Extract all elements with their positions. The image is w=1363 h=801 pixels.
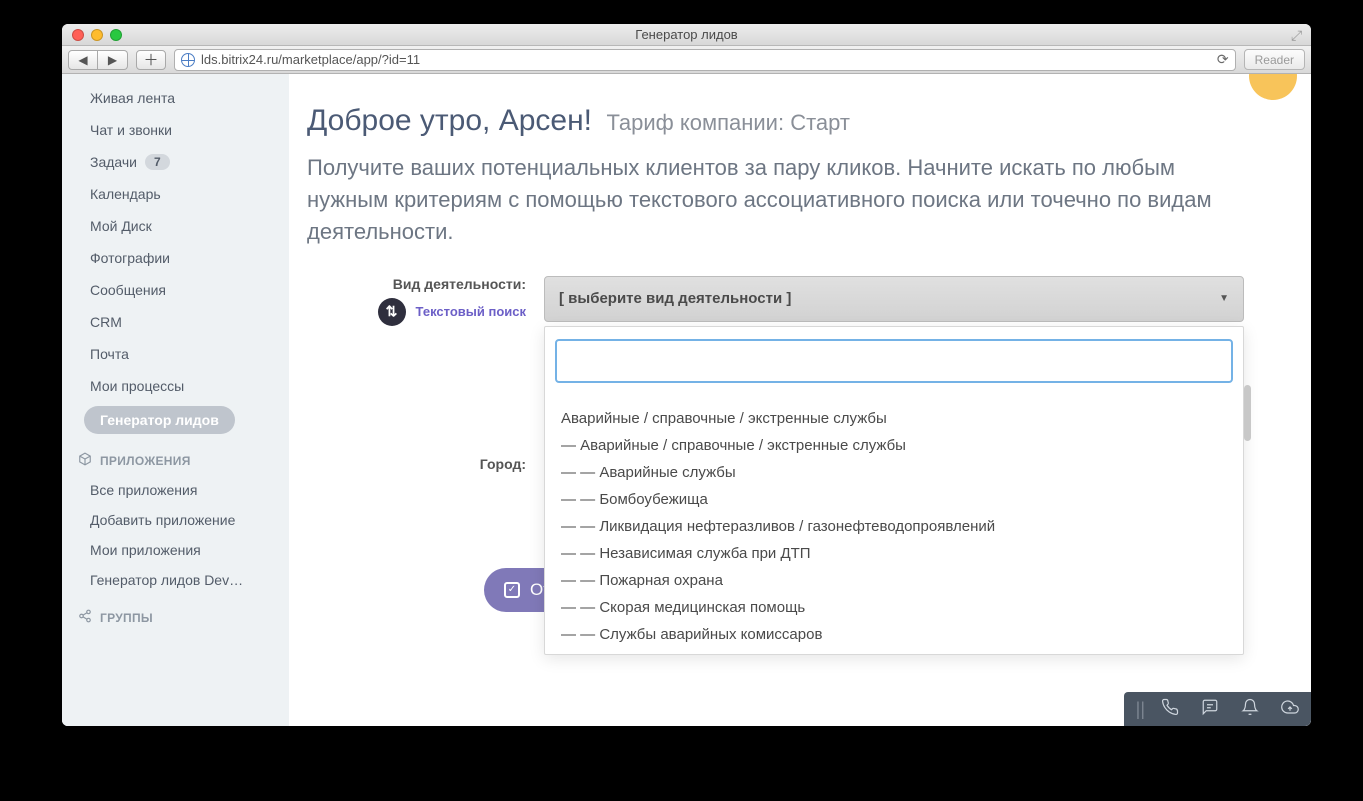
dropdown-item[interactable]: — — Пожарная охрана — [555, 567, 1233, 594]
reload-icon[interactable]: ⟳ — [1217, 51, 1229, 68]
swap-mode-button[interactable]: ⇅ — [378, 298, 406, 326]
sidebar-apps-all[interactable]: Все приложения — [62, 475, 289, 505]
bottom-dock: || — [1124, 692, 1311, 726]
sidebar-section-groups[interactable]: ГРУППЫ — [62, 595, 289, 632]
activity-select-value: [ выберите вид деятельности ] — [559, 290, 791, 307]
sidebar-apps-dev[interactable]: Генератор лидов Dev… — [62, 565, 289, 595]
new-tab-button[interactable]: ＋ — [136, 50, 166, 70]
sidebar-apps-my[interactable]: Мои приложения — [62, 535, 289, 565]
activity-select: [ выберите вид деятельности ] ▼ Аварийны… — [544, 276, 1244, 322]
url-text: lds.bitrix24.ru/marketplace/app/?id=11 — [201, 52, 420, 67]
sidebar-item-chat[interactable]: Чат и звонки — [62, 114, 289, 146]
text-search-link[interactable]: Текстовый поиск — [416, 304, 526, 319]
dropdown-item[interactable]: — — Службы аварийных комиссаров — [555, 621, 1233, 648]
chat-icon[interactable] — [1201, 698, 1219, 721]
close-window-button[interactable] — [72, 29, 84, 41]
window-title: Генератор лидов — [62, 27, 1311, 42]
sidebar-item-mail[interactable]: Почта — [62, 338, 289, 370]
fullscreen-icon[interactable]: ⤢ — [1291, 28, 1305, 42]
reader-button[interactable]: Reader — [1244, 49, 1305, 70]
sidebar-item-processes[interactable]: Мои процессы — [62, 370, 289, 402]
dock-separator: || — [1136, 699, 1145, 720]
phone-icon[interactable] — [1161, 698, 1179, 721]
cloud-icon[interactable] — [1281, 698, 1299, 721]
dropdown-item[interactable]: — — Бомбоубежища — [555, 486, 1233, 513]
zoom-window-button[interactable] — [110, 29, 122, 41]
dropdown-search-input[interactable] — [555, 339, 1233, 383]
dropdown-list: Аварийные / справочные / экстренные служ… — [555, 405, 1233, 648]
search-form: Вид деятельности: ⇅ Текстовый поиск [ вы… — [289, 276, 1291, 326]
sidebar-item-feed[interactable]: Живая лента — [62, 82, 289, 114]
tasks-badge: 7 — [145, 154, 170, 170]
dropdown-item[interactable]: Аварийные / справочные / экстренные служ… — [555, 405, 1233, 432]
activity-dropdown: Аварийные / справочные / экстренные служ… — [544, 326, 1244, 655]
activity-label: Вид деятельности: — [289, 276, 526, 292]
page-subtitle: Получите ваших потенциальных клиентов за… — [307, 152, 1227, 248]
dropdown-item[interactable]: — — Ликвидация нефтеразливов / газонефте… — [555, 513, 1233, 540]
sidebar-item-calendar[interactable]: Календарь — [62, 178, 289, 210]
traffic-lights — [72, 29, 122, 41]
sidebar-item-tasks[interactable]: Задачи 7 — [62, 146, 289, 178]
minimize-window-button[interactable] — [91, 29, 103, 41]
browser-window: Генератор лидов ⤢ ◀ ▶ ＋ lds.bitrix24.ru/… — [62, 24, 1311, 726]
dropdown-item[interactable]: — — Аварийные службы — [555, 459, 1233, 486]
sidebar: Живая лента Чат и звонки Задачи 7 Календ… — [62, 74, 289, 726]
back-button[interactable]: ◀ — [68, 50, 98, 70]
forward-button[interactable]: ▶ — [98, 50, 128, 70]
sidebar-section-apps[interactable]: ПРИЛОЖЕНИЯ — [62, 438, 289, 475]
sidebar-apps-add[interactable]: Добавить приложение — [62, 505, 289, 535]
caret-down-icon: ▼ — [1219, 293, 1229, 304]
address-bar[interactable]: lds.bitrix24.ru/marketplace/app/?id=11 ⟳ — [174, 49, 1236, 71]
tariff-text: Тариф компании: Старт — [606, 110, 850, 135]
sidebar-item-lead-generator[interactable]: Генератор лидов — [84, 406, 235, 434]
page-greeting: Доброе утро, Арсен! — [307, 104, 592, 137]
site-icon — [181, 53, 195, 67]
browser-toolbar: ◀ ▶ ＋ lds.bitrix24.ru/marketplace/app/?i… — [62, 46, 1311, 74]
dropdown-item[interactable]: — — Скорая медицинская помощь — [555, 594, 1233, 621]
sidebar-item-crm[interactable]: CRM — [62, 306, 289, 338]
nav-back-forward: ◀ ▶ — [68, 50, 128, 70]
bell-icon[interactable] — [1241, 698, 1259, 721]
activity-select-head[interactable]: [ выберите вид деятельности ] ▼ — [544, 276, 1244, 322]
sidebar-item-photos[interactable]: Фотографии — [62, 242, 289, 274]
main-panel: Доброе утро, Арсен! Тариф компании: Стар… — [289, 74, 1311, 726]
city-label: Город: — [289, 456, 544, 472]
download-icon: ✓ — [504, 582, 520, 598]
sidebar-item-messages[interactable]: Сообщения — [62, 274, 289, 306]
cube-icon — [78, 452, 92, 469]
dropdown-item[interactable]: — Аварийные / справочные / экстренные сл… — [555, 432, 1233, 459]
sidebar-item-disk[interactable]: Мой Диск — [62, 210, 289, 242]
share-icon — [78, 609, 92, 626]
titlebar: Генератор лидов ⤢ — [62, 24, 1311, 46]
dropdown-scrollbar[interactable] — [1244, 385, 1251, 441]
page-content: Живая лента Чат и звонки Задачи 7 Календ… — [62, 74, 1311, 726]
dropdown-item[interactable]: — — Независимая служба при ДТП — [555, 540, 1233, 567]
